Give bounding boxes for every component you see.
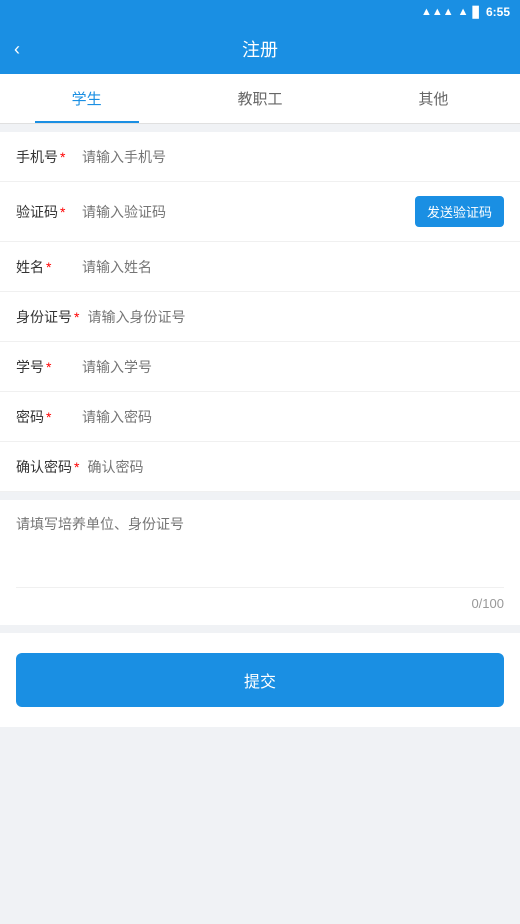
idcard-row: 身份证号 * [0, 292, 520, 342]
status-icons: ▲▲▲ ▲ ▊ [421, 6, 481, 19]
status-bar: ▲▲▲ ▲ ▊ 6:55 [0, 0, 520, 24]
notes-area: 0/100 [0, 500, 520, 625]
studentid-row: 学号 * [0, 342, 520, 392]
code-required: * [60, 204, 65, 220]
confirm-password-input[interactable] [79, 459, 504, 475]
code-row: 验证码 * 发送验证码 [0, 182, 520, 242]
studentid-label: 学号 * [16, 357, 74, 377]
notes-input[interactable] [16, 514, 504, 574]
send-code-button[interactable]: 发送验证码 [415, 196, 504, 227]
tab-bar: 学生 教职工 其他 [0, 74, 520, 124]
phone-required: * [60, 149, 65, 165]
name-label: 姓名 * [16, 257, 74, 277]
phone-label: 手机号 * [16, 147, 74, 167]
password-label: 密码 * [16, 407, 74, 427]
battery-icon: ▊ [473, 6, 481, 19]
notes-counter: 0/100 [16, 587, 504, 611]
idcard-label: 身份证号 * [16, 307, 79, 327]
phone-input[interactable] [74, 149, 504, 165]
password-input[interactable] [74, 409, 504, 425]
code-label: 验证码 * [16, 202, 74, 222]
studentid-input[interactable] [74, 359, 504, 375]
name-required: * [46, 259, 51, 275]
wifi-icon: ▲ [458, 6, 469, 18]
tab-student[interactable]: 学生 [0, 74, 173, 123]
name-row: 姓名 * [0, 242, 520, 292]
password-row: 密码 * [0, 392, 520, 442]
back-button[interactable]: ‹ [14, 39, 20, 60]
page-title: 注册 [242, 36, 278, 62]
idcard-input[interactable] [79, 309, 504, 325]
submit-button[interactable]: 提交 [16, 653, 504, 707]
signal-icon: ▲▲▲ [421, 6, 454, 18]
submit-area: 提交 [0, 633, 520, 727]
phone-row: 手机号 * [0, 132, 520, 182]
name-input[interactable] [74, 259, 504, 275]
tab-other[interactable]: 其他 [347, 74, 520, 123]
code-input[interactable] [74, 204, 415, 220]
confirm-password-label: 确认密码 * [16, 457, 79, 477]
password-required: * [46, 409, 51, 425]
form-area: 手机号 * 验证码 * 发送验证码 姓名 * 身份证号 * 学号 * [0, 132, 520, 492]
confirm-password-row: 确认密码 * [0, 442, 520, 492]
time-display: 6:55 [486, 5, 510, 19]
studentid-required: * [46, 359, 51, 375]
header: ‹ 注册 [0, 24, 520, 74]
tab-teacher[interactable]: 教职工 [173, 74, 346, 123]
